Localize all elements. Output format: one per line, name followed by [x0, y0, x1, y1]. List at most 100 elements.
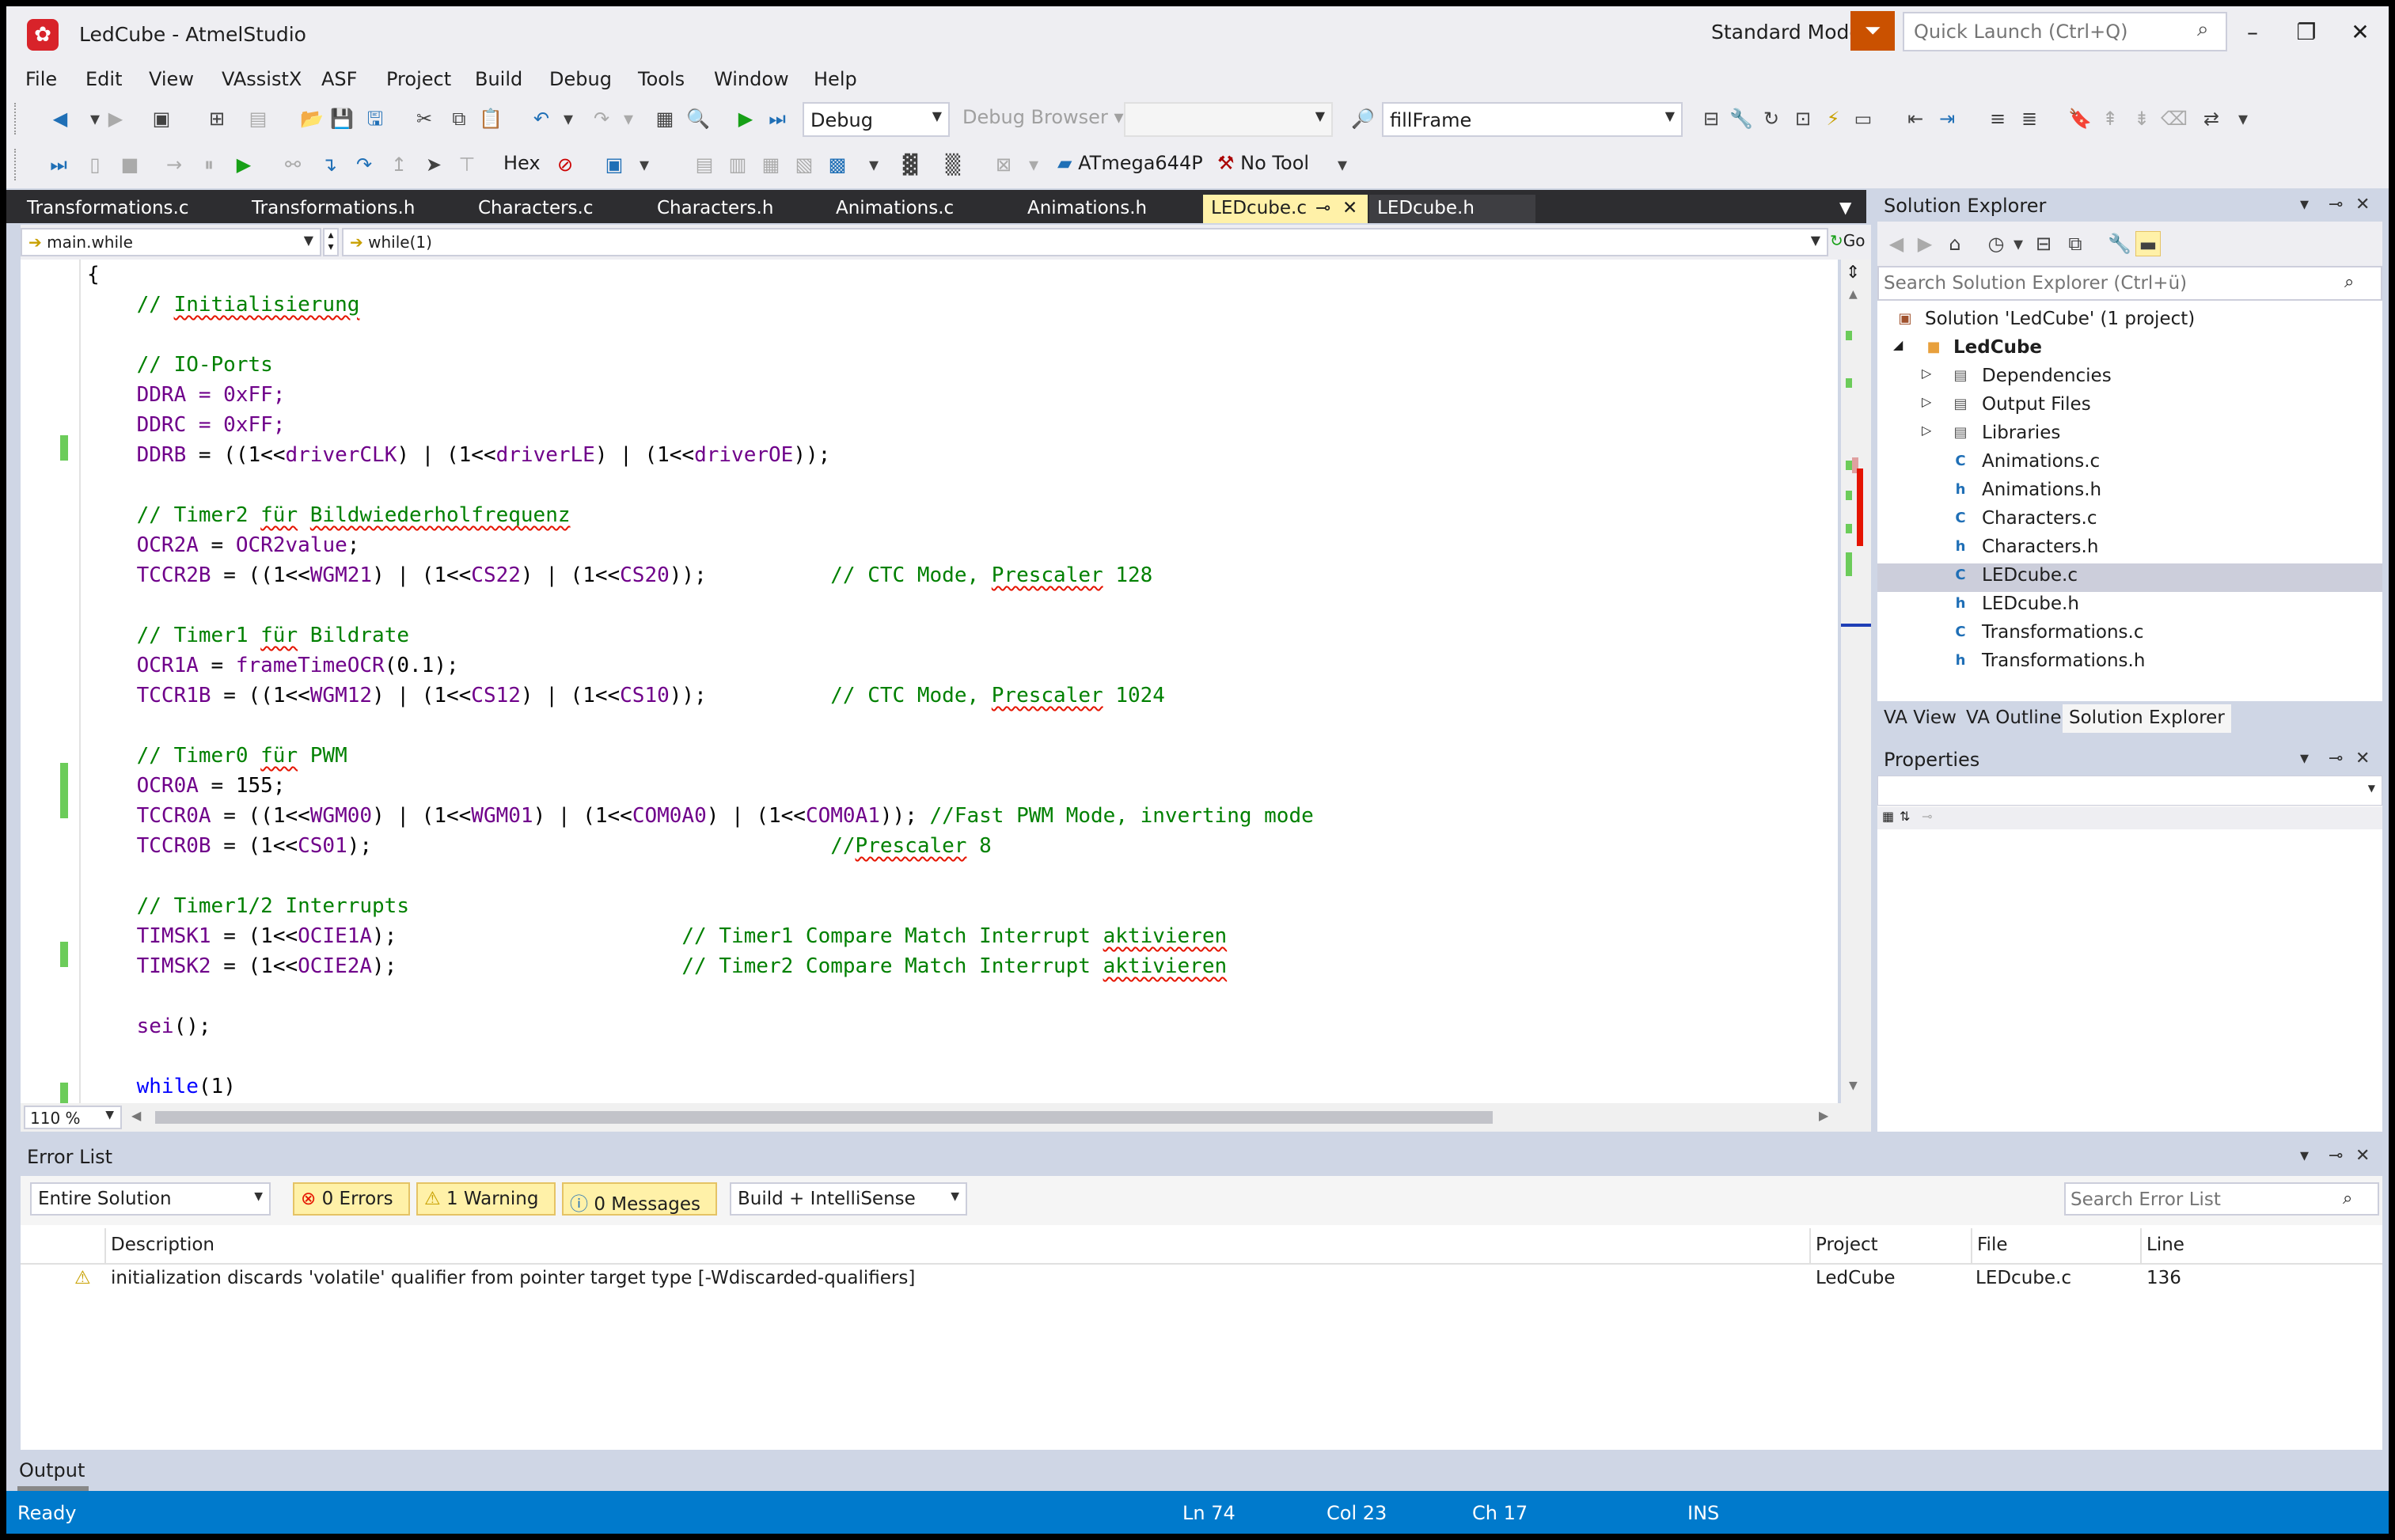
stop-icon[interactable]: ■	[117, 152, 142, 177]
member-dropdown[interactable]: ➔ while(1) ▼	[342, 228, 1828, 256]
registers-icon[interactable]: ▥	[725, 152, 750, 177]
forward-icon[interactable]: ▶	[1912, 231, 1938, 256]
chip-icon[interactable]: ▓	[898, 152, 923, 177]
tool-selector[interactable]: ⚒ No Tool	[1217, 152, 1309, 174]
menu-project[interactable]: Project	[386, 68, 451, 90]
platform-dropdown[interactable]: ▼	[1124, 102, 1333, 137]
save-icon[interactable]: 💾	[329, 106, 355, 131]
scroll-down-icon[interactable]: ▼	[1849, 1079, 1858, 1092]
column-line[interactable]: Line	[2142, 1228, 2205, 1263]
feedback-filter-icon[interactable]: ⏷	[1850, 11, 1895, 51]
home-icon[interactable]: ⌂	[1942, 231, 1968, 256]
toolbar-options-icon[interactable]: ▾	[1330, 152, 1355, 177]
outdent-icon[interactable]: ⇤	[1903, 106, 1928, 131]
tab-solution-explorer[interactable]: Solution Explorer	[2063, 704, 2231, 733]
close-panel-icon[interactable]: ✕	[2355, 1146, 2370, 1166]
error-row-project[interactable]: LedCube	[1816, 1268, 1896, 1288]
indent-icon[interactable]: ⇥	[1934, 106, 1960, 131]
copy-icon[interactable]: ⧉	[446, 106, 472, 131]
show-all-files-icon[interactable]: ⧉	[2063, 231, 2088, 256]
scroll-right-icon[interactable]: ▶	[1819, 1108, 1828, 1123]
undo-dropdown-icon[interactable]: ▾	[556, 106, 581, 131]
reset-icon[interactable]: ⊤	[454, 152, 480, 177]
column-project[interactable]: Project	[1811, 1228, 1972, 1263]
tree-file[interactable]: Animations.h	[1982, 480, 2101, 500]
panel-menu-icon[interactable]: ▾	[2300, 749, 2309, 768]
column-description[interactable]: Description	[106, 1228, 1811, 1263]
tree-file[interactable]: Characters.c	[1982, 508, 2097, 529]
memory-icon[interactable]: ▤	[692, 152, 717, 177]
pin-icon[interactable]: ⊸	[2329, 1146, 2343, 1166]
back-icon[interactable]: ◀	[1884, 231, 1909, 256]
split-arrows[interactable]: ▴ ▾	[323, 228, 339, 256]
lightning-icon[interactable]: ⚡	[1820, 106, 1846, 131]
column-file[interactable]: File	[1972, 1228, 2142, 1263]
chip-tool-icon[interactable]: ▒	[940, 152, 966, 177]
error-search-input[interactable]	[2070, 1189, 2332, 1211]
column-icon[interactable]	[21, 1228, 106, 1263]
errors-filter-button[interactable]: ⊗ 0 Errors	[293, 1182, 410, 1216]
configuration-dropdown[interactable]: Debug ▼	[803, 102, 950, 137]
pin-icon[interactable]: ⊸	[2329, 749, 2343, 768]
new-project-icon[interactable]: ▣	[149, 106, 174, 131]
redo-icon[interactable]: ↷	[589, 106, 614, 131]
open-file-icon[interactable]: 📂	[299, 106, 325, 131]
cut-icon[interactable]: ✂	[412, 106, 437, 131]
pin-icon[interactable]: ⊸	[1315, 198, 1330, 218]
property-pages-icon[interactable]: ⊸	[1922, 809, 1932, 824]
restore-button[interactable]: ❐	[2283, 13, 2330, 52]
toolbar-grip[interactable]	[14, 103, 19, 135]
start-without-debug-icon[interactable]: ⏭	[46, 152, 71, 177]
properties-object-dropdown[interactable]: ▼	[1877, 776, 2382, 806]
start-debugging-icon[interactable]: ▶	[733, 106, 758, 131]
tree-folder-dependencies[interactable]: Dependencies	[1982, 366, 2112, 386]
undo-icon[interactable]: ↶	[529, 106, 554, 131]
tab-transformations-h[interactable]: Transformations.h	[244, 195, 423, 223]
editor-vertical-scrollbar[interactable]: ⇕ ▲ ▼	[1841, 260, 1871, 1103]
quick-launch-input[interactable]	[1903, 12, 2227, 51]
menu-debug[interactable]: Debug	[549, 68, 612, 90]
step-out-icon[interactable]: ↥	[386, 152, 412, 177]
menu-view[interactable]: View	[149, 68, 194, 90]
save-all-icon[interactable]: 🖫	[362, 106, 388, 131]
menu-vassistx[interactable]: VAssistX	[222, 68, 302, 90]
zoom-dropdown[interactable]: 110 % ▼	[24, 1106, 122, 1129]
messages-filter-button[interactable]: ⓘ 0 Messages	[562, 1182, 717, 1216]
properties-wrench-icon[interactable]: 🔧	[2107, 231, 2132, 256]
menu-build[interactable]: Build	[475, 68, 522, 90]
dropdown-arrow-icon[interactable]: ▾	[861, 152, 886, 177]
device-selector[interactable]: ▰ ATmega644P	[1057, 152, 1203, 174]
build-icon[interactable]: ▦	[652, 106, 678, 131]
comment-icon[interactable]: ≡	[1985, 106, 2010, 131]
menu-help[interactable]: Help	[814, 68, 857, 90]
error-row-description[interactable]: initialization discards 'volatile' quali…	[111, 1268, 915, 1288]
menu-tools[interactable]: Tools	[638, 68, 685, 90]
uncomment-icon[interactable]: ≣	[2017, 106, 2042, 131]
scroll-left-icon[interactable]: ◀	[131, 1108, 141, 1123]
find-in-files-icon[interactable]: 🔎	[1350, 106, 1376, 131]
breakpoint-icon[interactable]: ⚯	[280, 152, 306, 177]
collapse-arrow-icon[interactable]: ▷	[1922, 366, 1931, 381]
debug-browser-dropdown[interactable]: Debug Browser ▾	[962, 106, 1124, 128]
error-search-box[interactable]: ⌕	[2064, 1182, 2379, 1216]
redo-dropdown-icon[interactable]: ▾	[616, 106, 641, 131]
toolbar-grip[interactable]	[14, 149, 19, 180]
tab-animations-h[interactable]: Animations.h	[1019, 195, 1155, 223]
tree-file[interactable]: Transformations.c	[1982, 622, 2144, 643]
collapse-arrow-icon[interactable]: ▷	[1922, 394, 1931, 409]
alphabetical-icon[interactable]: ⇅	[1900, 809, 1910, 824]
processor-icon[interactable]: ▧	[791, 152, 817, 177]
close-window-button[interactable]: ✕	[2336, 13, 2384, 52]
find-icon[interactable]: 🔍	[685, 106, 711, 131]
tab-ledcube-h[interactable]: LEDcube.h	[1369, 195, 1535, 223]
tab-output[interactable]: Output	[19, 1459, 85, 1481]
tree-folder-libraries[interactable]: Libraries	[1982, 423, 2060, 443]
close-panel-icon[interactable]: ✕	[2355, 195, 2370, 214]
tree-file-selected[interactable]: LEDcube.c	[1982, 565, 2078, 586]
collapse-arrow-icon[interactable]: ▷	[1922, 423, 1931, 438]
continue-icon[interactable]: ▶	[231, 152, 256, 177]
tab-animations-c[interactable]: Animations.c	[828, 195, 962, 223]
tab-va-outline[interactable]: VA Outline	[1960, 704, 2068, 733]
dropdown-arrow-icon[interactable]: ▾	[1021, 152, 1046, 177]
error-row-line[interactable]: 136	[2146, 1268, 2181, 1288]
